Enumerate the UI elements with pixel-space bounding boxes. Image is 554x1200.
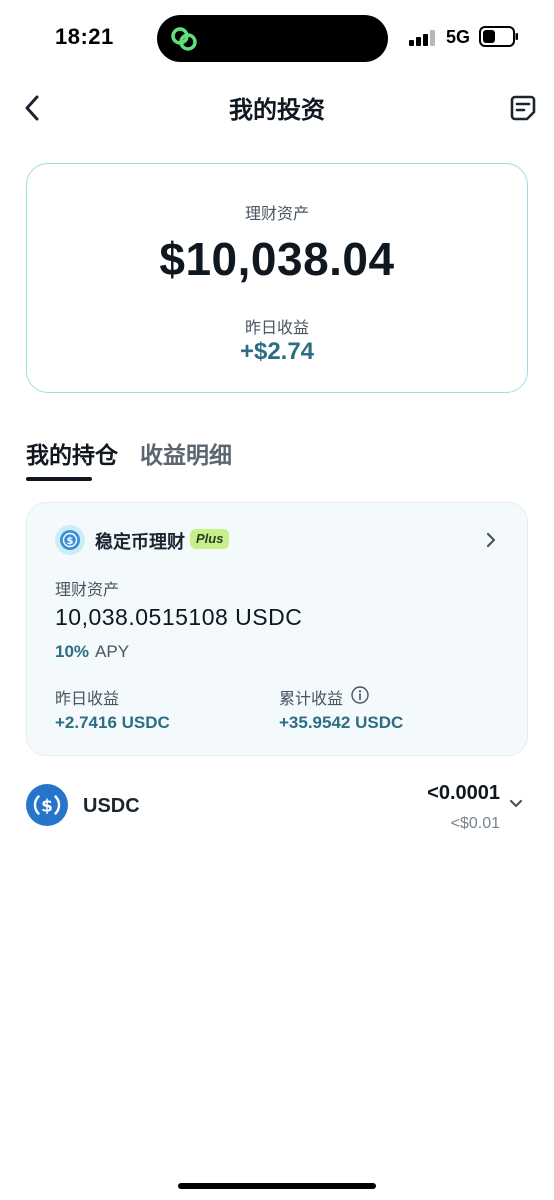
tab-earnings-detail[interactable]: 收益明细 (140, 436, 232, 470)
yesterday-earnings-value: +$2.74 (239, 338, 315, 365)
tab-holdings[interactable]: 我的持仓 (26, 436, 118, 470)
cellular-signal-icon (409, 30, 435, 46)
stablecoin-product-card[interactable]: $ 稳定币理财 Plus 理财资产 10,038.0515108 USDC 10… (26, 502, 528, 756)
status-time: 18:21 (55, 24, 114, 49)
link-chain-icon (171, 27, 197, 51)
product-total-value: +35.9542 USDC (279, 713, 404, 732)
holding-amount: <0.0001 (427, 782, 500, 804)
chevron-down-icon[interactable] (508, 798, 524, 810)
product-asset-label: 理财资产 (55, 582, 120, 599)
asset-label: 理财资产 (244, 206, 309, 223)
plus-badge: Plus (190, 529, 230, 549)
apy-line: 10% APY (55, 642, 129, 662)
records-button[interactable] (506, 90, 540, 126)
stablecoin-icon: $ (55, 525, 85, 555)
svg-text:$: $ (67, 536, 74, 547)
chevron-right-icon (486, 532, 496, 548)
active-tab-indicator (26, 477, 92, 481)
product-yesterday-value: +2.7416 USDC (55, 713, 170, 732)
asset-summary-card: 理财资产 $10,038.04 昨日收益 +$2.74 (26, 163, 528, 393)
product-total-label: 累计收益 (279, 691, 344, 708)
apy-label: APY (95, 642, 130, 661)
document-list-icon (510, 95, 536, 121)
product-yesterday-label: 昨日收益 (55, 691, 120, 708)
usdc-icon: $ (26, 784, 68, 826)
battery-icon (479, 26, 518, 47)
asset-value: $10,038.04 (159, 233, 395, 285)
product-asset-value: 10,038.0515108 USDC (55, 604, 303, 630)
product-name: 稳定币理财 (95, 532, 185, 552)
dynamic-island (157, 15, 388, 62)
apy-value: 10% (55, 642, 90, 661)
yesterday-earnings-label: 昨日收益 (244, 320, 309, 337)
page-title: 我的投资 (229, 97, 325, 124)
holding-usd-value: <$0.01 (450, 815, 500, 832)
network-type: 5G (446, 27, 471, 47)
info-icon[interactable] (351, 686, 369, 704)
svg-text:$: $ (41, 797, 53, 817)
home-indicator (178, 1183, 376, 1189)
holding-row-usdc[interactable]: $ USDC <0.0001 <$0.01 (26, 776, 528, 840)
status-bar: 18:21 5G (0, 0, 554, 76)
holding-name: USDC (83, 795, 140, 817)
